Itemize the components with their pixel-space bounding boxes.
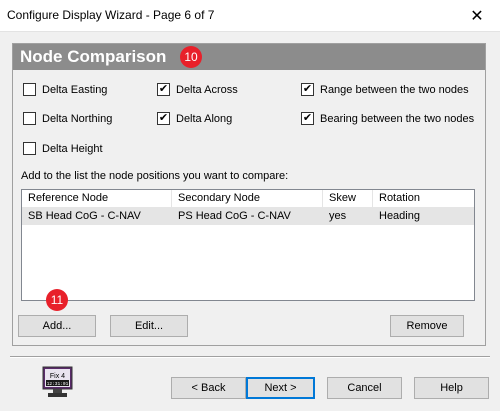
checkbox-box[interactable] xyxy=(23,83,36,96)
checkbox-delta-easting[interactable]: Delta Easting xyxy=(23,83,107,96)
logo-time: 12:31:01 xyxy=(47,381,69,387)
checkbox-label: Range between the two nodes xyxy=(320,83,469,96)
checkbox-box[interactable]: ✔ xyxy=(301,83,314,96)
column-reference-node[interactable]: Reference Node xyxy=(22,190,172,207)
cell-skew: yes xyxy=(329,210,347,222)
close-button[interactable]: ✕ xyxy=(454,0,500,31)
checkbox-label: Delta Across xyxy=(176,83,238,96)
checkbox-delta-across[interactable]: ✔ Delta Across xyxy=(157,83,238,96)
column-rotation[interactable]: Rotation xyxy=(373,190,474,207)
checkbox-label: Delta Height xyxy=(42,142,103,155)
column-secondary-node[interactable]: Secondary Node xyxy=(172,190,323,207)
checkbox-box[interactable] xyxy=(23,142,36,155)
panel-header: Node Comparison xyxy=(13,44,485,70)
panel-title: Node Comparison xyxy=(20,47,167,66)
list-header: Reference Node Secondary Node Skew Rotat… xyxy=(22,190,474,208)
checkbox-label: Delta Easting xyxy=(42,83,108,96)
checkbox-range-between-nodes[interactable]: ✔ Range between the two nodes xyxy=(301,83,469,96)
list-instruction: Add to the list the node positions you w… xyxy=(21,170,289,182)
back-button[interactable]: < Back xyxy=(171,377,246,399)
remove-button[interactable]: Remove xyxy=(390,315,464,337)
annotation-badge-11: 11 xyxy=(46,289,68,311)
checkbox-bearing-between-nodes[interactable]: ✔ Bearing between the two nodes xyxy=(301,112,474,125)
checkbox-label: Delta Northing xyxy=(42,112,113,125)
checkbox-box[interactable]: ✔ xyxy=(301,112,314,125)
help-button[interactable]: Help xyxy=(414,377,489,399)
footer-divider xyxy=(10,356,490,358)
logo-text: Fix 4 xyxy=(50,373,65,380)
close-icon: ✕ xyxy=(470,7,484,25)
edit-button[interactable]: Edit... xyxy=(110,315,188,337)
checkbox-box[interactable]: ✔ xyxy=(157,112,170,125)
checkbox-delta-along[interactable]: ✔ Delta Along xyxy=(157,112,232,125)
node-comparison-list[interactable]: Reference Node Secondary Node Skew Rotat… xyxy=(21,189,475,301)
checkbox-box[interactable]: ✔ xyxy=(157,83,170,96)
window-title: Configure Display Wizard - Page 6 of 7 xyxy=(7,8,215,22)
title-bar: Configure Display Wizard - Page 6 of 7 ✕ xyxy=(0,0,500,32)
cell-rotation: Heading xyxy=(379,210,420,222)
checkbox-delta-height[interactable]: Delta Height xyxy=(23,142,103,155)
checkbox-label: Bearing between the two nodes xyxy=(320,112,475,125)
next-button[interactable]: Next > xyxy=(246,377,315,399)
cell-reference-node: SB Head CoG - C-NAV xyxy=(28,210,141,222)
table-row[interactable]: SB Head CoG - C-NAV PS Head CoG - C-NAV … xyxy=(22,208,474,225)
checkbox-delta-northing[interactable]: Delta Northing xyxy=(23,112,112,125)
add-button[interactable]: Add... xyxy=(18,315,96,337)
cancel-button[interactable]: Cancel xyxy=(327,377,402,399)
checkbox-box[interactable] xyxy=(23,112,36,125)
cell-secondary-node: PS Head CoG - C-NAV xyxy=(178,210,291,222)
fix4-monitor-icon: Fix 4 12:31:01 xyxy=(42,366,73,397)
checkbox-label: Delta Along xyxy=(176,112,233,125)
annotation-badge-10: 10 xyxy=(180,46,202,68)
column-skew[interactable]: Skew xyxy=(323,190,373,207)
